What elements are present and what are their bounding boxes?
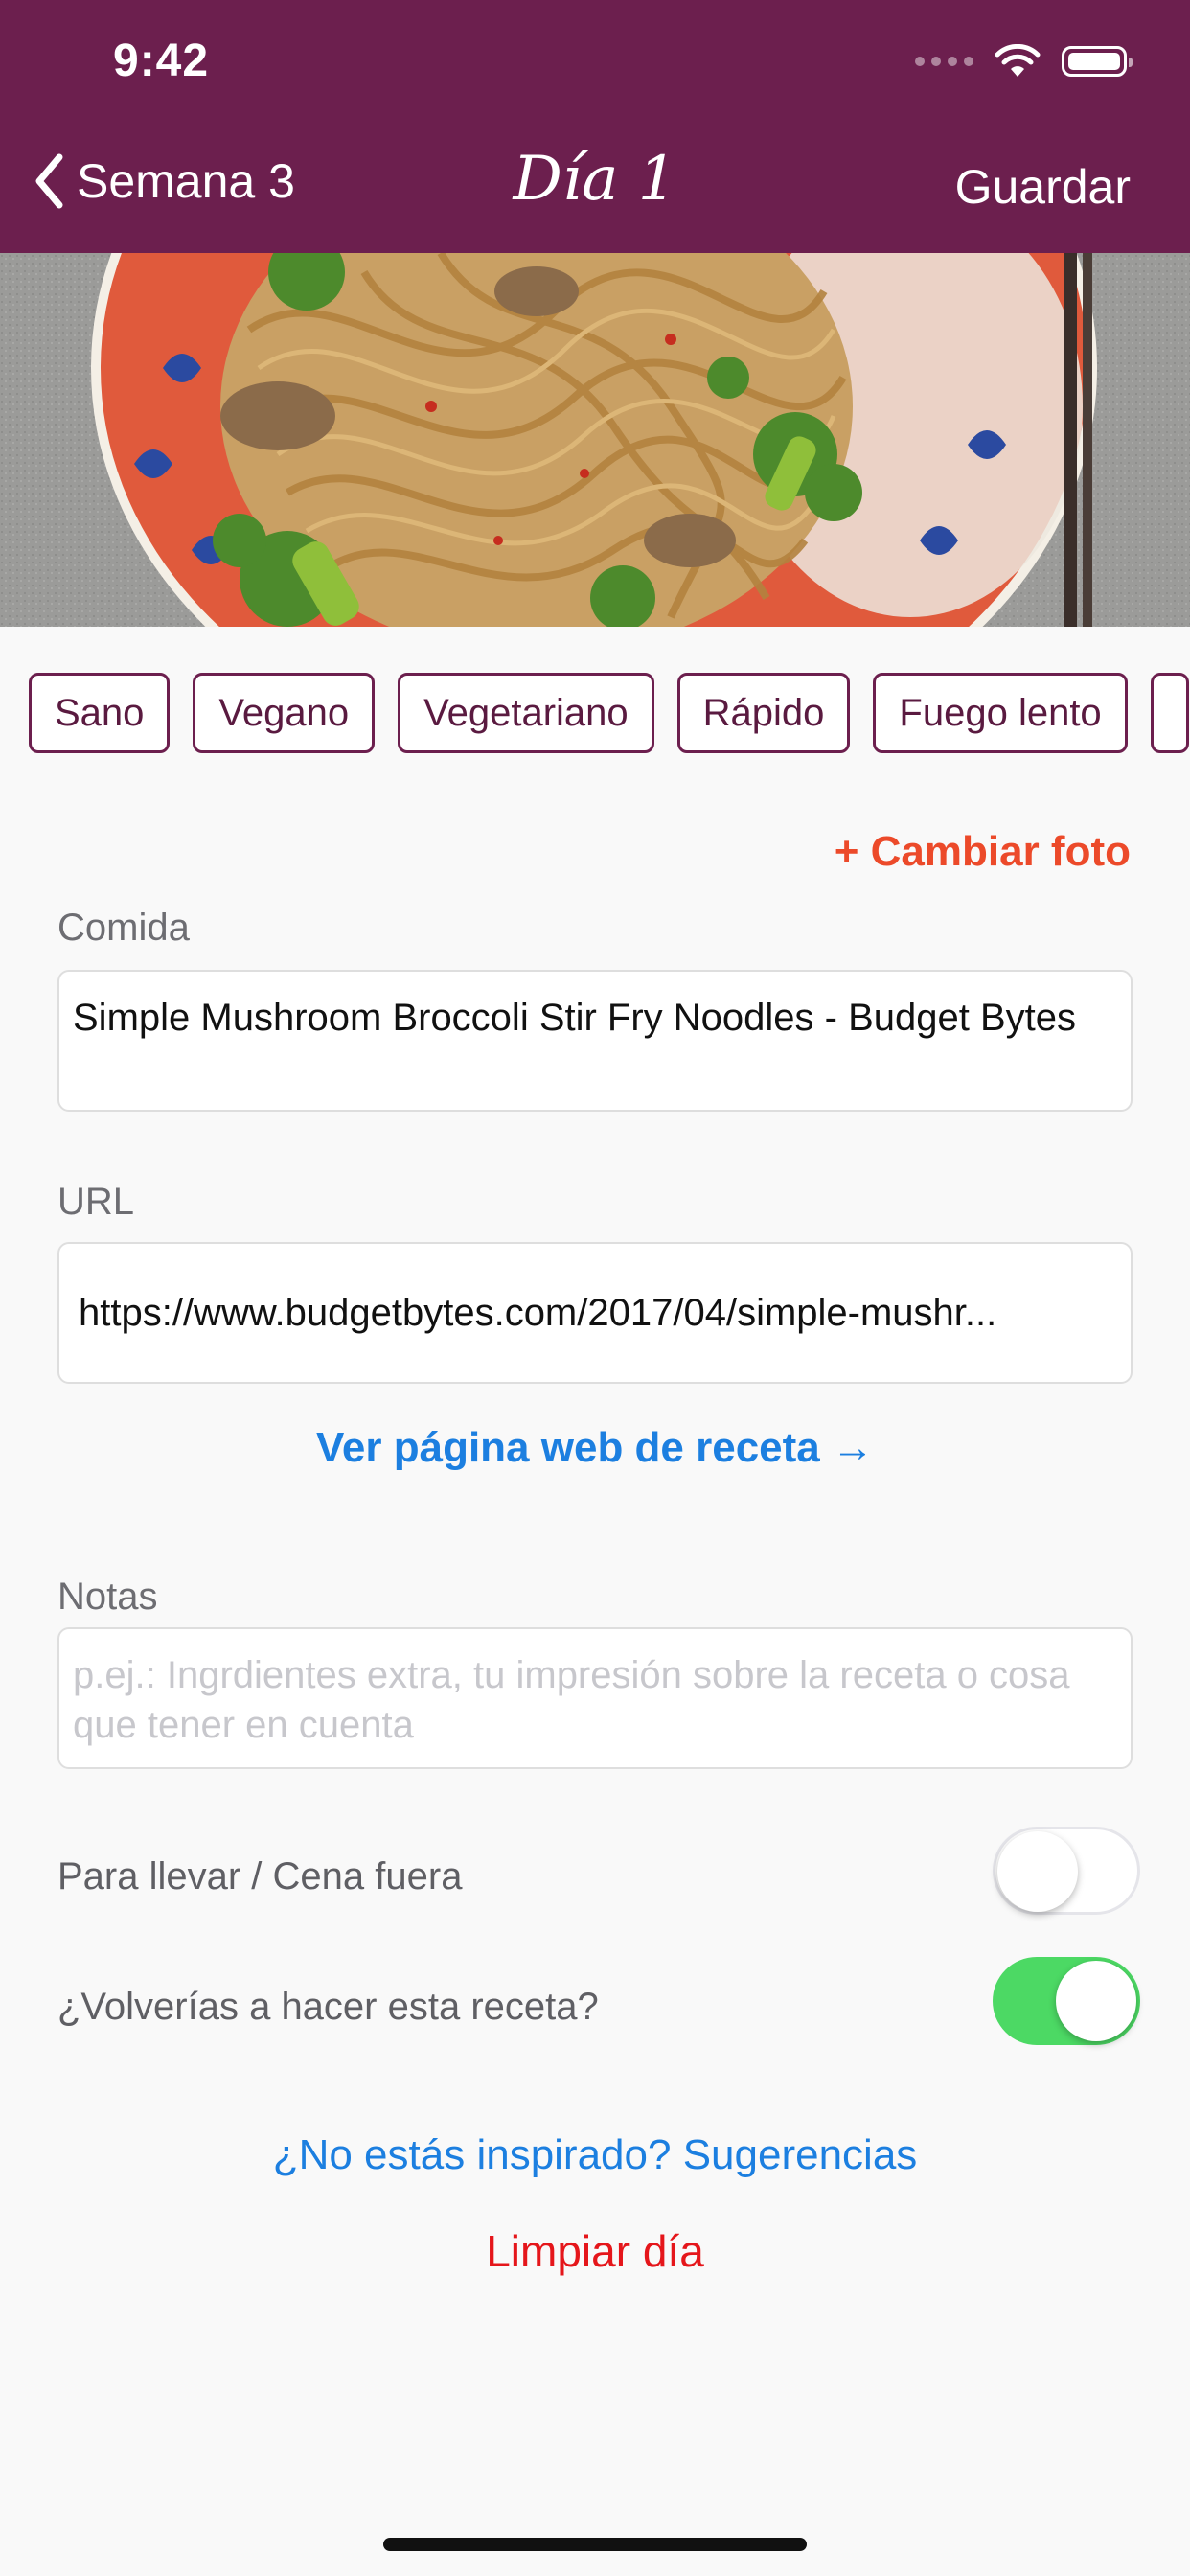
view-recipe-link[interactable]: Ver página web de receta → (0, 1424, 1190, 1472)
recipe-photo (0, 253, 1190, 627)
clear-day-button[interactable]: Limpiar día (0, 2225, 1190, 2277)
takeout-label: Para llevar / Cena fuera (57, 1855, 463, 1898)
status-time: 9:42 (113, 35, 210, 86)
tag-chip-sano[interactable]: Sano (29, 673, 171, 753)
tag-chip-rapido[interactable]: Rápido (676, 673, 851, 753)
noodles-image (0, 253, 1190, 627)
battery-icon (1062, 46, 1133, 77)
meal-field[interactable]: Simple Mushroom Broccoli Stir Fry Noodle… (57, 970, 1133, 1112)
save-button[interactable]: Guardar (955, 159, 1131, 215)
url-field[interactable]: https://www.budgetbytes.com/2017/04/simp… (57, 1242, 1133, 1384)
home-indicator (383, 2538, 807, 2551)
tag-chip-more[interactable] (1150, 673, 1189, 753)
repeat-recipe-switch[interactable] (993, 1957, 1140, 2045)
tag-chip-vegetariano[interactable]: Vegetariano (398, 673, 654, 753)
tag-chip-vegano[interactable]: Vegano (193, 673, 376, 753)
wifi-icon (995, 44, 1041, 77)
takeout-switch[interactable] (993, 1827, 1140, 1915)
signal-icon (915, 57, 973, 66)
switch-knob (1056, 1961, 1136, 2041)
repeat-recipe-label: ¿Volverías a hacer esta receta? (57, 1986, 599, 2028)
navigation-header: 9:42 Semana 3 Día 1 Guardar (0, 0, 1190, 253)
url-value: https://www.budgetbytes.com/2017/04/simp… (79, 1291, 997, 1334)
tag-chip-fuego-lento[interactable]: Fuego lento (873, 673, 1128, 753)
url-label: URL (57, 1181, 135, 1223)
suggestions-link[interactable]: ¿No estás inspirado? Sugerencias (0, 2131, 1190, 2179)
status-icons (915, 44, 1133, 79)
notes-label: Notas (57, 1576, 158, 1618)
switch-knob (997, 1831, 1078, 1912)
meal-label: Comida (57, 907, 190, 949)
tag-list: Sano Vegano Vegetariano Rápido Fuego len… (29, 673, 1189, 753)
notes-field[interactable]: p.ej.: Ingrdientes extra, tu impresión s… (57, 1627, 1133, 1769)
change-photo-button[interactable]: + Cambiar foto (835, 828, 1131, 876)
